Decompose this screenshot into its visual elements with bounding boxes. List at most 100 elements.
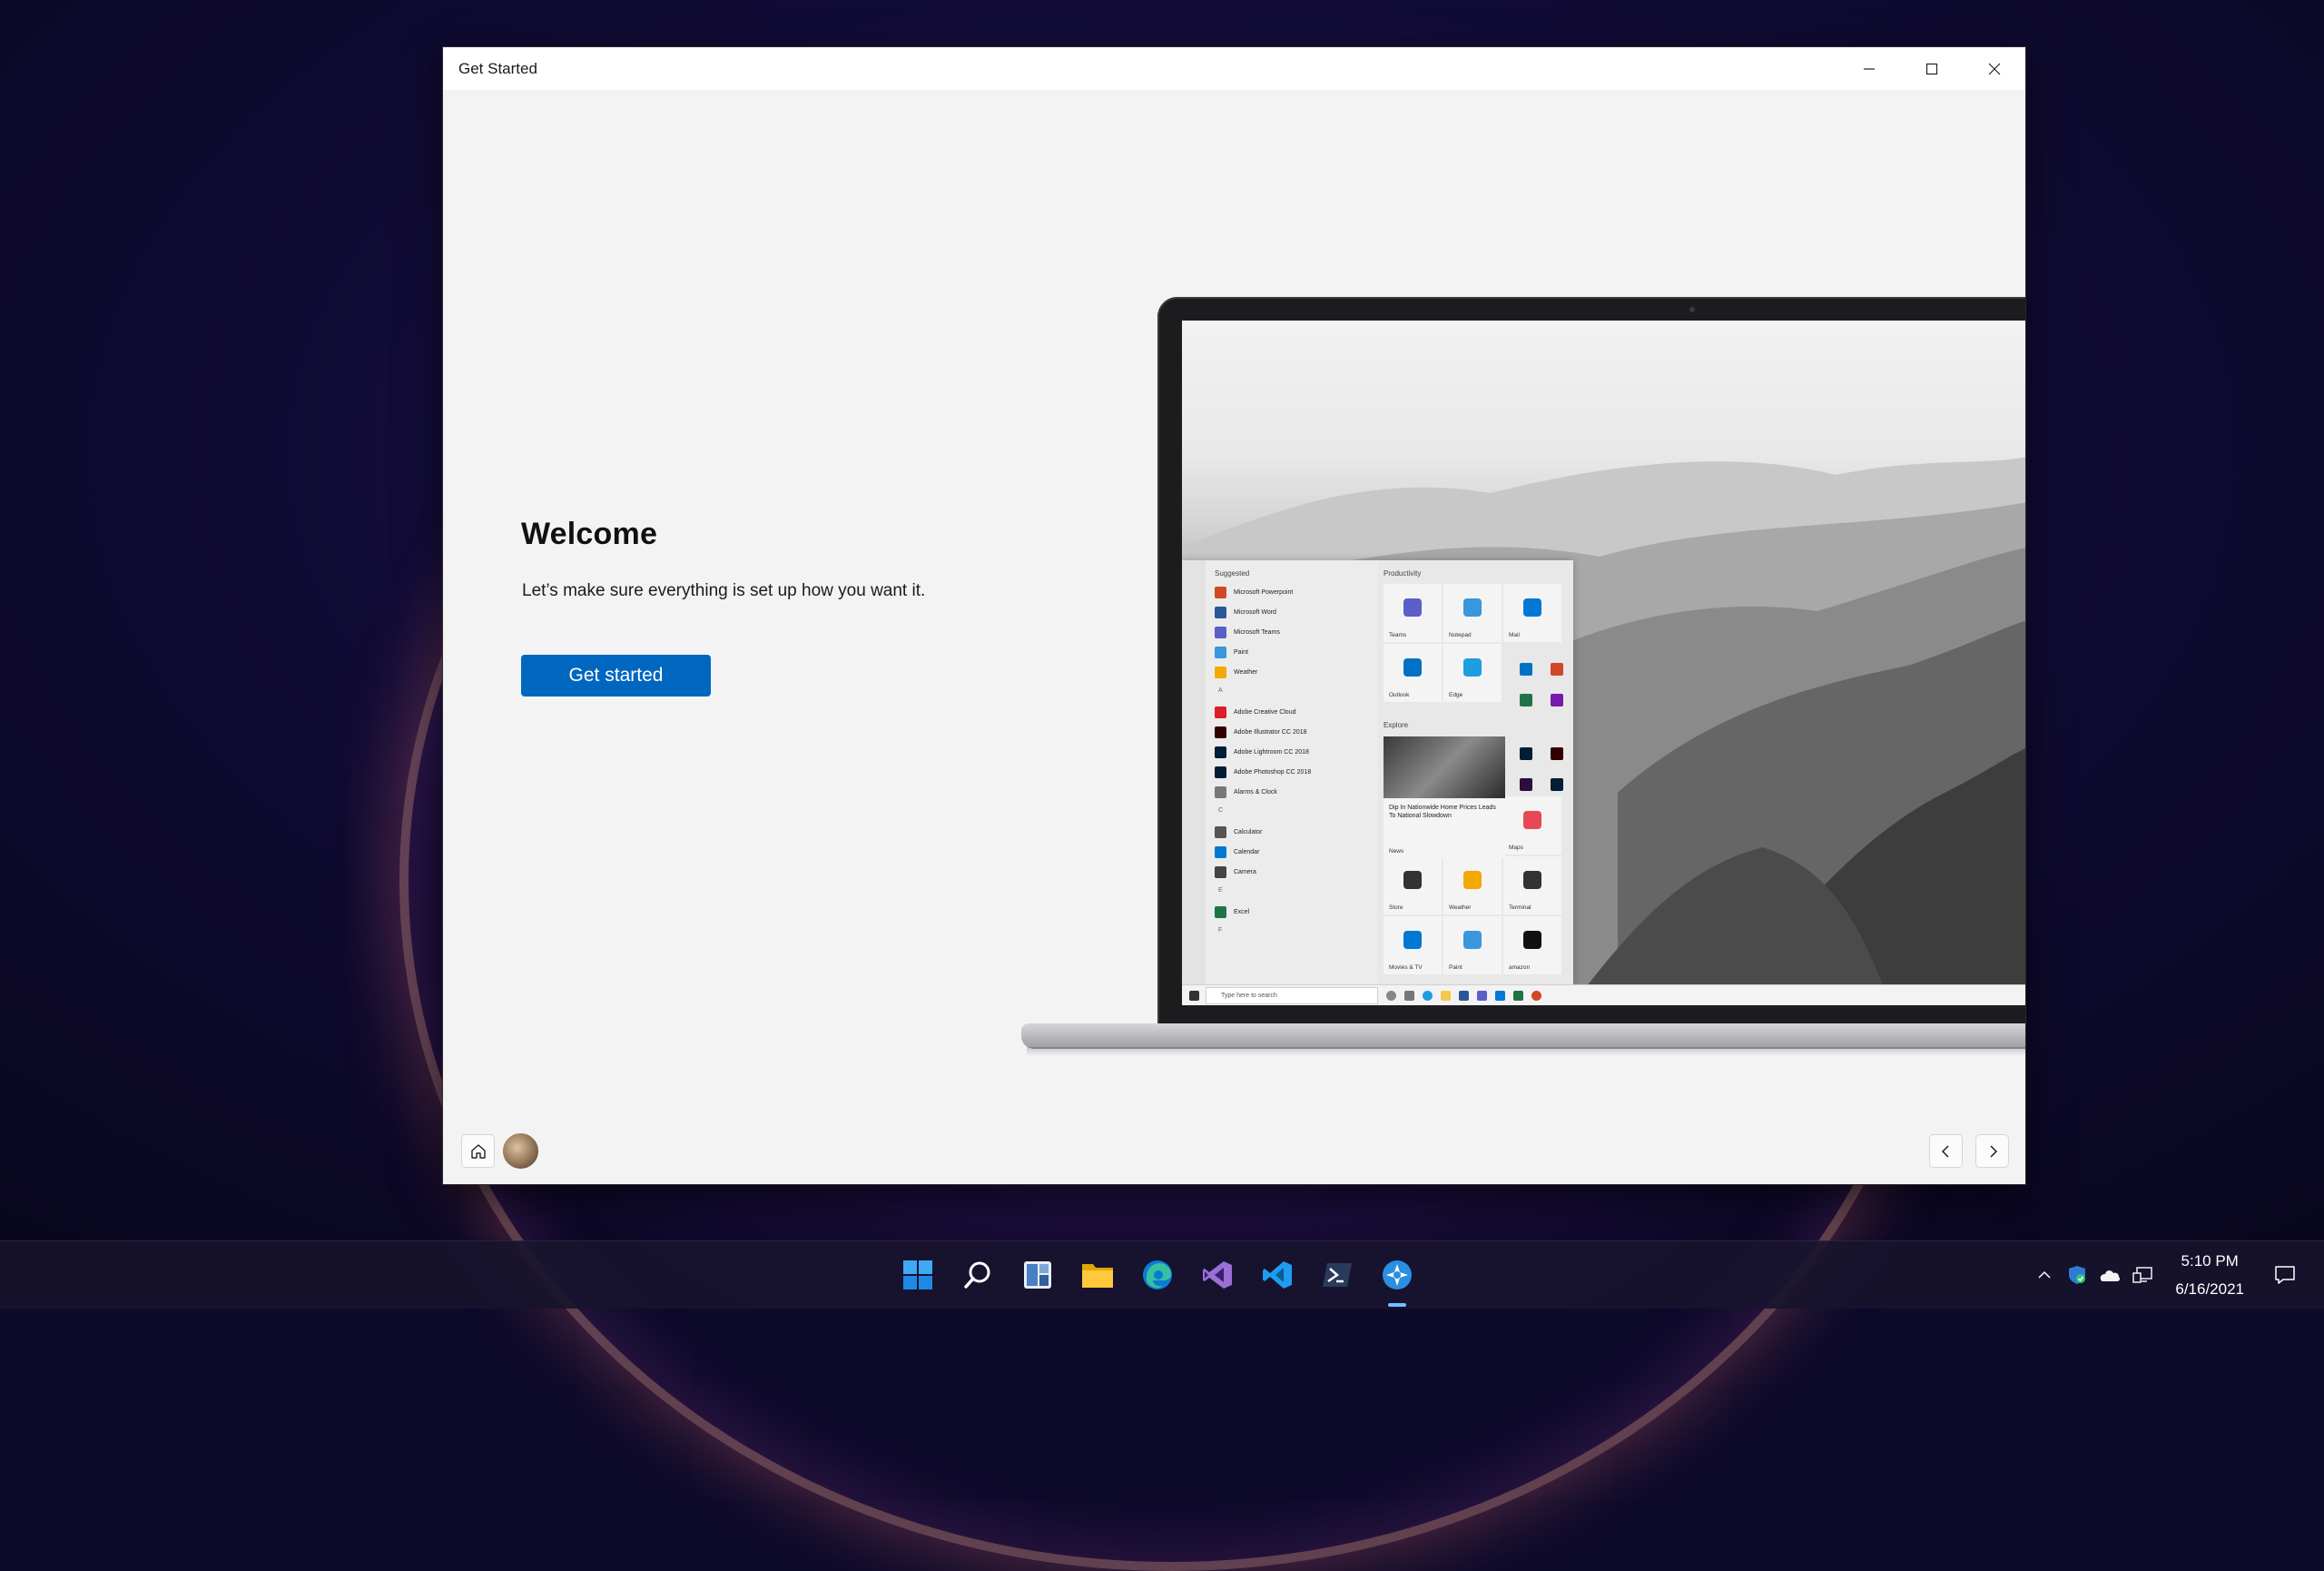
mini-tile: Notepad [1443, 584, 1502, 642]
mini-app-icon [1215, 666, 1226, 678]
mini-suggested-heading: Suggested [1215, 569, 1250, 578]
mini-photoshop-icon [1520, 747, 1532, 760]
mini-cortana-icon [1386, 991, 1396, 1001]
shield-icon [2069, 1266, 2086, 1284]
file-explorer-button[interactable] [1081, 1259, 1114, 1291]
mini-mail-icon [1495, 991, 1505, 1001]
mini-list-letter: E [1218, 887, 1223, 894]
visual-studio-button[interactable] [1201, 1259, 1234, 1291]
title-bar[interactable]: Get Started [443, 47, 2025, 90]
mini-excel-task-icon [1513, 991, 1523, 1001]
mini-list-label: Calculator [1234, 828, 1263, 835]
mini-taskbar: Type here to search [1182, 984, 2025, 1005]
forward-button[interactable] [1975, 1134, 2009, 1168]
get-started-taskbar-button[interactable] [1381, 1259, 1413, 1307]
page-content: Welcome Let’s make sure everything is se… [443, 90, 2025, 1184]
mini-tile: Outlook [1384, 644, 1442, 702]
network-icon [2132, 1267, 2153, 1283]
mini-list-item: Adobe Creative Cloud [1215, 702, 1296, 722]
mini-list-item: Adobe Illustrator CC 2018 [1215, 722, 1307, 742]
mini-list-item: Calendar [1215, 842, 1259, 862]
mini-news-image [1384, 736, 1505, 798]
mini-tile-label: amazon [1509, 964, 1531, 971]
onedrive-tray-button[interactable] [2099, 1264, 2121, 1286]
mini-tile-icon [1403, 931, 1422, 949]
powershell-button[interactable] [1321, 1259, 1354, 1291]
welcome-subtitle: Let’s make sure everything is set up how… [522, 581, 926, 600]
mini-list-item: Paint [1215, 642, 1248, 662]
mini-app-icon [1215, 726, 1226, 738]
welcome-heading: Welcome [521, 517, 658, 551]
mini-list-item: Alarms & Clock [1215, 782, 1277, 802]
mini-list-label: Adobe Creative Cloud [1234, 708, 1296, 716]
mini-list-label: Calendar [1234, 848, 1260, 855]
mini-app-icon [1215, 606, 1226, 618]
minimize-icon [1863, 67, 1875, 70]
mini-app-icon [1215, 646, 1226, 658]
laptop-base [1021, 1023, 2025, 1049]
chevron-up-icon [2038, 1270, 2051, 1279]
mini-list-label: Paint [1234, 648, 1248, 656]
mini-tile: Movies & TV [1384, 916, 1442, 974]
taskbar: 5:10 PM 6/16/2021 [0, 1240, 2324, 1309]
maximize-button[interactable] [1900, 47, 1963, 90]
mini-tile-icon [1523, 931, 1541, 949]
widgets-button[interactable] [1021, 1259, 1054, 1291]
mini-tile: Store [1384, 856, 1442, 914]
start-button[interactable] [901, 1259, 934, 1291]
mini-excel-icon [1520, 694, 1532, 706]
mini-list-item: Excel [1215, 902, 1249, 922]
mini-explore-heading: Explore [1384, 721, 1409, 729]
home-button[interactable] [461, 1134, 495, 1168]
notifications-button[interactable] [2271, 1261, 2299, 1289]
mini-start-icon [1189, 991, 1199, 1001]
mini-list-item: Microsoft Word [1215, 602, 1276, 622]
mini-news-tile: Dip In Nationwide Home Prices Leads To N… [1384, 736, 1505, 858]
get-started-button[interactable]: Get started [521, 655, 711, 697]
mini-word-task-icon [1459, 991, 1469, 1001]
maximize-icon [1925, 63, 1937, 74]
user-avatar[interactable] [501, 1131, 540, 1171]
notification-icon [2275, 1266, 2295, 1284]
mini-list-letter: A [1218, 687, 1223, 694]
mini-tile-icon [1403, 871, 1422, 889]
mini-list-item: Microsoft Teams [1215, 622, 1280, 642]
mini-list-item: Adobe Lightroom CC 2018 [1215, 742, 1309, 762]
mini-tile-icon [1463, 658, 1482, 677]
mini-tile-label: Weather [1449, 904, 1472, 911]
mini-search-box: Type here to search [1206, 987, 1378, 1004]
laptop-illustration: Suggested Microsoft Powerpoint Microsoft … [1021, 297, 2025, 1058]
mini-list-label: Alarms & Clock [1234, 788, 1277, 795]
vscode-button[interactable] [1261, 1259, 1294, 1291]
search-button[interactable] [961, 1259, 994, 1291]
mini-list-label: Weather [1234, 668, 1258, 676]
mini-list-item: Calculator [1215, 822, 1263, 842]
mini-app-icon [1215, 586, 1226, 598]
show-hidden-icons-button[interactable] [2034, 1264, 2055, 1286]
get-started-icon [1383, 1260, 1412, 1289]
clock[interactable]: 5:10 PM 6/16/2021 [2175, 1247, 2244, 1303]
home-icon [470, 1143, 486, 1159]
mini-start-rail [1182, 560, 1206, 984]
taskbar-apps [901, 1241, 1413, 1309]
close-button[interactable] [1963, 47, 2025, 90]
mini-app-icon [1215, 865, 1226, 878]
minimize-button[interactable] [1837, 47, 1900, 90]
mini-app-icon [1215, 905, 1226, 918]
mini-app-icon [1215, 746, 1226, 758]
get-started-window: Get Started Welcome Let’s make sure ever… [442, 46, 2026, 1185]
mini-premiere-icon [1520, 778, 1532, 791]
window-controls [1837, 47, 2025, 90]
mini-app-icon [1215, 786, 1226, 798]
back-button[interactable] [1929, 1134, 1963, 1168]
chevron-left-icon [1941, 1144, 1949, 1158]
mini-onenote-icon [1551, 694, 1563, 706]
security-tray-button[interactable] [2066, 1264, 2088, 1286]
mini-list-label: Adobe Lightroom CC 2018 [1234, 748, 1309, 756]
network-tray-button[interactable] [2132, 1264, 2153, 1286]
mini-taskview-icon [1404, 991, 1414, 1001]
edge-button[interactable] [1141, 1259, 1174, 1291]
folder-icon [1082, 1264, 1113, 1288]
mini-tile: amazon [1503, 916, 1561, 974]
cloud-icon [2101, 1270, 2121, 1281]
